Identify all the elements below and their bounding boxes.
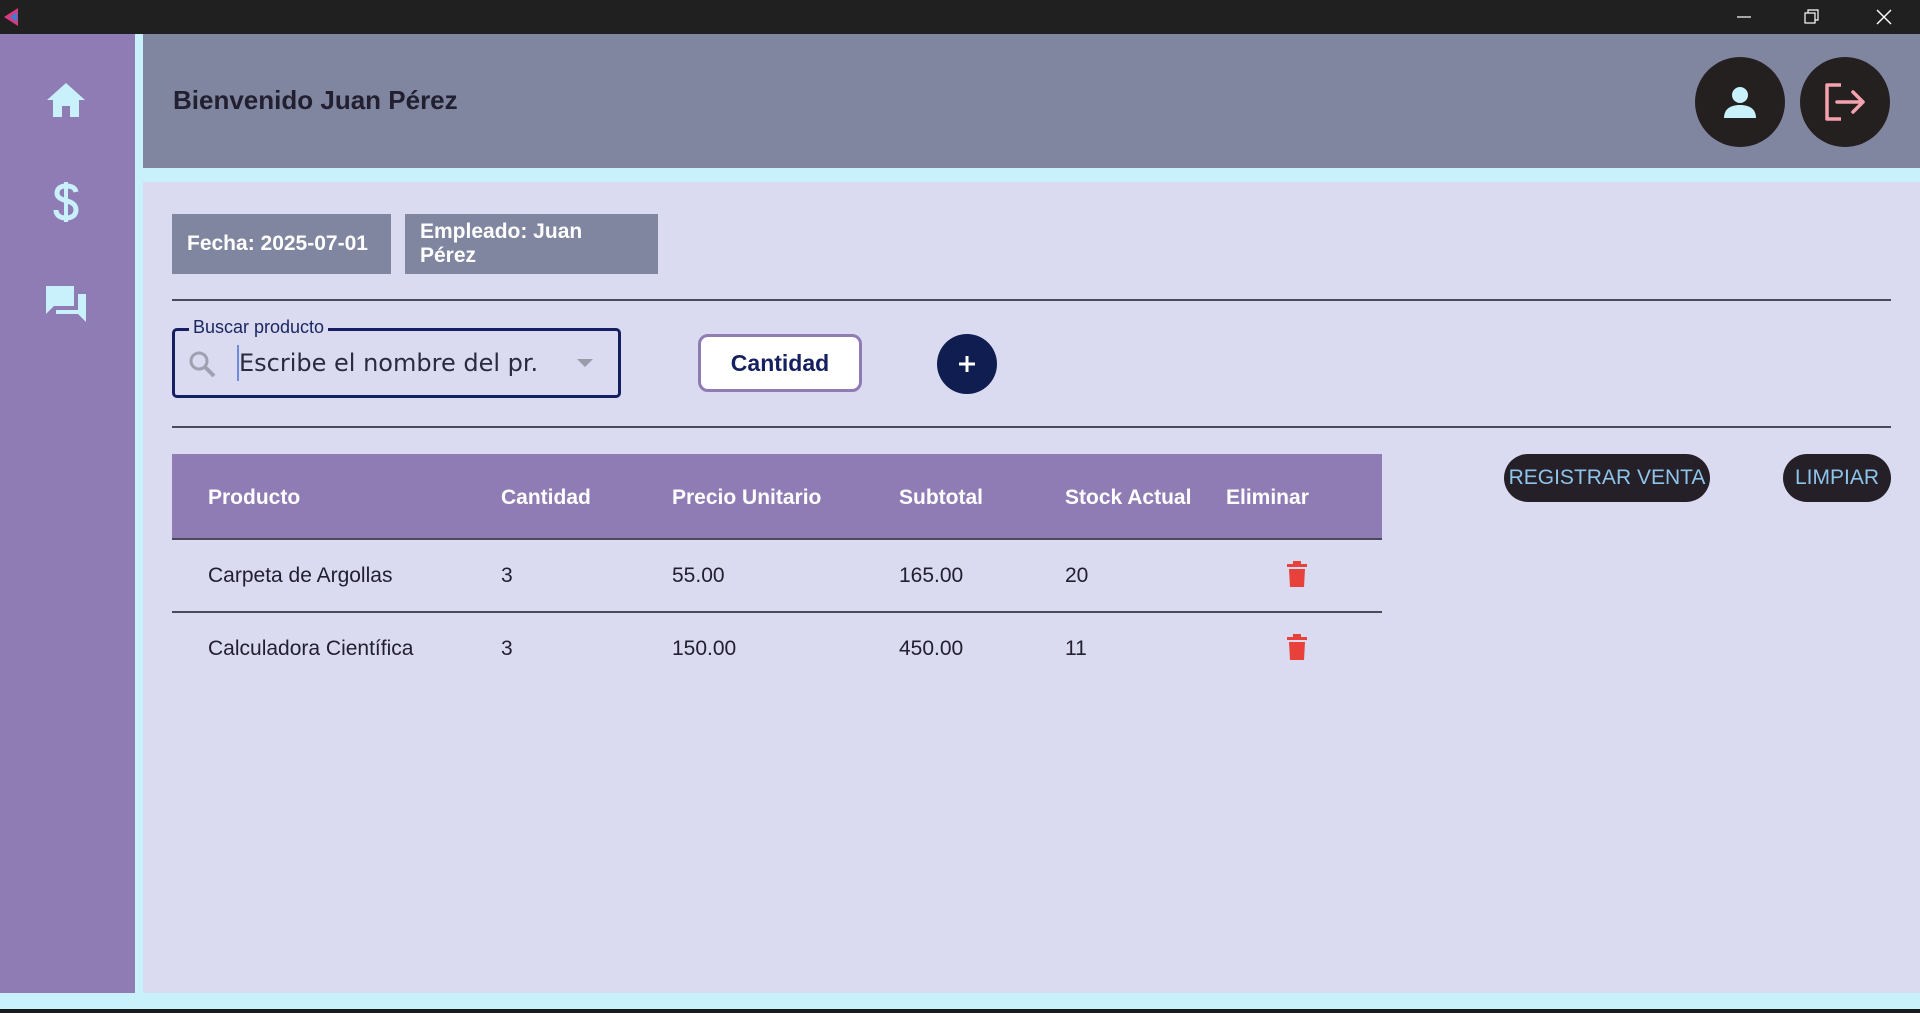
restore-button[interactable] <box>1778 0 1846 34</box>
product-cell: Carpeta de Argollas <box>208 564 393 587</box>
sidebar <box>0 34 135 993</box>
divider <box>172 426 1891 428</box>
stock-cell: 20 <box>1065 564 1089 587</box>
main-content: Fecha: 2025-07-01 Empleado: Juan Pérez B… <box>143 182 1920 993</box>
close-icon <box>1876 9 1892 25</box>
search-legend: Buscar producto <box>189 317 329 338</box>
chat-icon <box>46 286 86 322</box>
sidebar-item-sales[interactable] <box>36 172 96 232</box>
restore-icon <box>1804 9 1819 24</box>
clear-button[interactable]: LIMPIAR <box>1783 454 1891 502</box>
column-header: Precio Unitario <box>672 486 822 509</box>
user-icon <box>1724 87 1756 118</box>
header: Bienvenido Juan Pérez <box>143 34 1920 168</box>
register-sale-button[interactable]: REGISTRAR VENTA <box>1504 454 1710 502</box>
quantity-cell: 3 <box>501 637 513 660</box>
dollar-icon <box>53 182 79 222</box>
employee-chip: Empleado: Juan Pérez <box>405 214 658 274</box>
search-input[interactable] <box>237 345 539 381</box>
home-icon <box>47 83 85 117</box>
logout-icon <box>1825 83 1865 121</box>
delete-row-button[interactable] <box>1286 633 1308 666</box>
minimize-icon <box>1737 16 1751 18</box>
plus-icon <box>959 356 975 372</box>
sales-table: Producto Cantidad Precio Unitario Subtot… <box>172 454 1382 684</box>
date-chip: Fecha: 2025-07-01 <box>172 214 391 274</box>
close-button[interactable] <box>1850 0 1918 34</box>
sidebar-item-home[interactable] <box>36 70 96 130</box>
subtotal-cell: 165.00 <box>899 564 964 587</box>
product-cell: Calculadora Científica <box>208 637 414 660</box>
column-header: Stock Actual <box>1065 486 1192 509</box>
add-product-button[interactable] <box>937 334 997 394</box>
trash-icon <box>1287 634 1307 660</box>
profile-button[interactable] <box>1695 57 1785 147</box>
quantity-cell: 3 <box>501 564 513 587</box>
trash-icon <box>1287 561 1307 587</box>
sidebar-divider <box>135 34 143 993</box>
column-header: Eliminar <box>1226 486 1309 509</box>
window-title-bar <box>0 0 1920 34</box>
bottom-border <box>0 993 1920 1013</box>
minimize-button[interactable] <box>1710 0 1778 34</box>
table-row: Carpeta de Argollas 3 55.00 165.00 20 <box>172 540 1382 613</box>
app-icon <box>4 8 18 26</box>
dropdown-arrow-icon[interactable] <box>577 359 593 367</box>
unit-price-cell: 150.00 <box>672 637 737 660</box>
table-row: Calculadora Científica 3 150.00 450.00 1… <box>172 613 1382 684</box>
stock-cell: 11 <box>1065 637 1087 660</box>
sidebar-item-chat[interactable] <box>36 274 96 334</box>
quantity-button[interactable]: Cantidad <box>698 334 862 392</box>
welcome-title: Bienvenido Juan Pérez <box>173 85 458 115</box>
delete-row-button[interactable] <box>1286 560 1308 593</box>
subtotal-cell: 450.00 <box>899 637 964 660</box>
header-divider <box>143 168 1920 182</box>
search-icon <box>187 349 217 384</box>
unit-price-cell: 55.00 <box>672 564 725 587</box>
column-header: Subtotal <box>899 486 983 509</box>
divider <box>172 299 1891 301</box>
logout-button[interactable] <box>1800 57 1890 147</box>
column-header: Cantidad <box>501 486 591 509</box>
product-search-field[interactable]: Buscar producto <box>172 317 621 398</box>
column-header: Producto <box>208 486 301 509</box>
table-header: Producto Cantidad Precio Unitario Subtot… <box>172 454 1382 540</box>
